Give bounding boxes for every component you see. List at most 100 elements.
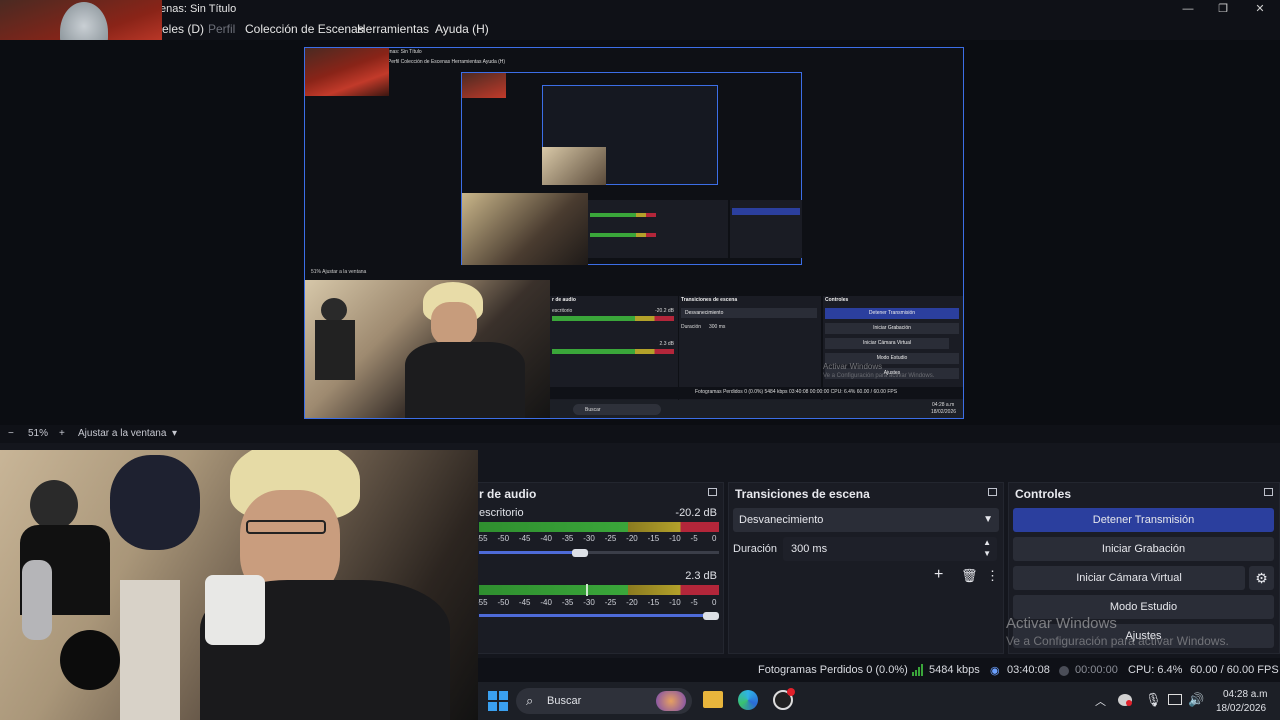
menu-ayuda[interactable]: Ayuda (H) [435,22,489,36]
tray-app-icon[interactable] [1118,694,1132,706]
mixer-channel-db: 2.3 dB [685,570,717,582]
meter-scale-label: 0 [712,598,717,607]
nested-zoom: 51% Ajustar a la ventana [311,269,367,275]
network-icon[interactable] [1168,694,1182,705]
nested-title: enas: Sin Título [387,49,422,55]
chevron-down-icon: ▼ [983,514,993,525]
audio-meter [479,585,719,595]
cpu-usage: CPU: 6.4% [1128,664,1183,676]
meter-scale-label: -35 [561,598,574,607]
streaming-icon: ◉ [990,665,1000,677]
search-placeholder: Buscar [547,695,582,707]
zoom-dropdown[interactable]: ▾ [172,428,177,439]
program-preview[interactable]: enas: Sin Título eles (D) Perfil Colecci… [304,47,964,419]
stepper-down-icon[interactable]: ▼ [983,549,991,558]
minimize-icon: — [1182,3,1194,15]
meter-scale-label: -10 [669,534,681,543]
fps: 60.00 / 60.00 FPS [1190,664,1279,676]
meter-scale-label: -15 [647,598,660,607]
volume-slider-handle[interactable] [572,549,588,557]
chevron-up-icon[interactable]: ︿ [1095,693,1106,709]
notification-badge [787,688,795,696]
taskbar-search[interactable]: ⌕ Buscar [516,688,692,714]
nested-deeper-preview [461,72,802,265]
meter-scale-label: -30 [583,598,595,607]
obs-icon[interactable] [773,688,795,710]
bitrate: 5484 kbps [929,664,980,676]
audio-mixer-title: r de audio [479,487,537,501]
transitions-dock: Transiciones de escena Desvanecimiento ▼… [728,482,1004,654]
audio-meter [479,522,719,532]
duration-input[interactable]: 300 ms ▲ ▼ [783,537,997,561]
meter-scale-label: -45 [518,534,531,543]
search-highlight-icon [656,691,686,711]
activation-watermark-text: Ve a Configuración para activar Windows. [1006,634,1229,648]
volume-slider-fill [479,614,713,617]
clock-date[interactable]: 18/02/2026 [1216,703,1266,714]
transition-selected-value: Desvanecimiento [739,514,824,526]
record-time: 00:00:00 [1075,664,1118,676]
meter-scale-label: -15 [647,534,660,543]
windows-start-icon[interactable] [488,691,508,711]
start-recording-button[interactable]: Iniciar Grabación [1013,537,1274,561]
volume-slider-handle[interactable] [703,612,719,620]
meter-scale-label: -20 [626,598,638,607]
volume-icon[interactable]: 🔊 [1188,692,1204,708]
stream-time: 03:40:08 [1007,664,1050,676]
file-explorer-icon[interactable] [703,691,723,708]
maximize-icon: ❐ [1218,3,1228,15]
meter-scale: -55 -50 -45 -40 -35 -30 -25 -20 -15 -10 -5 0 [476,598,721,608]
virtual-camera-settings-button[interactable]: ⚙ [1249,566,1274,590]
menu-perfil[interactable]: Perfil [208,22,235,36]
edge-browser-icon[interactable] [738,690,758,710]
zoom-bar [0,425,1280,443]
meter-scale-label: -50 [497,534,510,543]
add-transition-button[interactable]: + [934,566,943,584]
float-icon[interactable] [708,488,717,496]
fit-to-window-label: Ajustar a la ventana [78,428,167,439]
meter-scale-label: -5 [690,534,698,543]
volume-slider-rest [580,551,719,554]
controls-title: Controles [1015,487,1072,501]
zoom-out-button[interactable]: − [8,428,14,439]
float-icon[interactable] [988,488,997,496]
meter-scale-label: -40 [540,598,552,607]
zoom-level: 51% [28,428,49,439]
minimize-button[interactable]: — [1170,0,1206,18]
microphone-icon[interactable]: 🎙 [1145,692,1162,708]
nested-menu: eles (D) Perfil Colección de Escenas Her… [369,59,506,65]
meter-scale-label: -20 [626,534,638,543]
duration-value: 300 ms [791,543,828,555]
window-title: enas: Sin Título [160,3,237,15]
meter-scale-label: -35 [561,534,574,543]
nested-status: Fotogramas Perdidos 0 (0.0%) 5484 kbps 0… [695,389,898,395]
close-icon: ✕ [1255,3,1265,15]
mixer-channel-db: -20.2 dB [675,507,717,519]
meter-scale-label: -50 [497,598,510,607]
record-icon [1059,666,1069,676]
nested-webcam-top [305,48,389,96]
transition-more-button[interactable]: ⋮ [986,568,999,584]
volume-slider-fill [479,551,580,554]
float-icon[interactable] [1264,488,1273,496]
start-virtual-camera-button[interactable]: Iniciar Cámara Virtual [1013,566,1245,590]
transition-select[interactable]: Desvanecimiento ▼ [733,508,999,532]
meter-scale-label: -5 [690,598,698,607]
meter-scale: -55 -50 -45 -40 -35 -30 -25 -20 -15 -10 -5 0 [476,534,721,544]
dropped-frames: Fotogramas Perdidos 0 (0.0%) [758,664,908,676]
clock-time[interactable]: 04:28 a.m [1223,689,1267,700]
menu-coleccion-escenas[interactable]: Colección de Escenas [245,22,364,36]
delete-transition-button[interactable]: 🗑 [961,568,978,584]
meter-scale-label: -45 [518,598,531,607]
zoom-in-button[interactable]: + [59,428,65,439]
meter-scale-label: -10 [669,598,681,607]
close-button[interactable]: ✕ [1242,0,1278,18]
activation-watermark-title: Activar Windows [1006,615,1117,632]
search-icon: ⌕ [526,693,534,708]
stop-streaming-button[interactable]: Detener Transmisión [1013,508,1274,532]
stepper-up-icon[interactable]: ▲ [983,538,991,547]
menu-paneles[interactable]: eles (D) [162,22,204,36]
menu-herramientas[interactable]: Herramientas [357,22,429,36]
maximize-button[interactable]: ❐ [1205,0,1241,18]
transitions-title: Transiciones de escena [735,487,870,501]
